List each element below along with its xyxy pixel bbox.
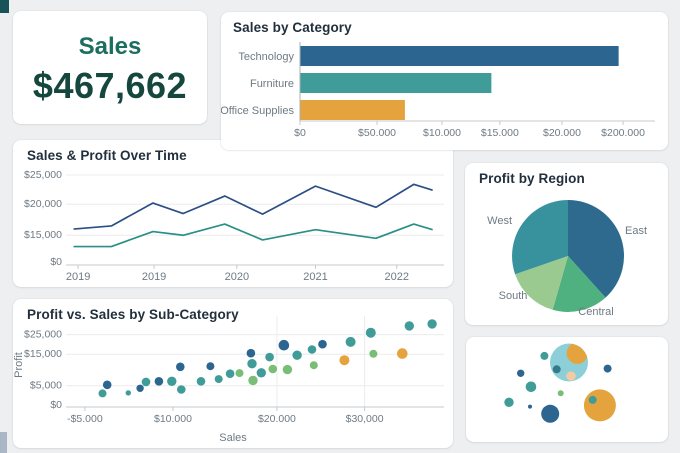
tick-label: 2019 — [66, 271, 90, 283]
bubble-teal[interactable] — [588, 395, 597, 404]
bubble-green[interactable] — [557, 390, 564, 397]
bubble-darkblue[interactable] — [603, 364, 612, 373]
tick-label: West — [487, 215, 512, 227]
packed-bubbles-chart[interactable] — [466, 337, 668, 442]
packed-bubbles-card — [466, 337, 668, 442]
tick-label: $0 — [294, 127, 306, 139]
scatter-point[interactable] — [125, 390, 131, 396]
corner-accent-top-left — [0, 0, 9, 13]
tick-label: Central — [578, 306, 613, 318]
scatter-point[interactable] — [206, 362, 215, 371]
scatter-point[interactable] — [268, 364, 278, 374]
scatter-point[interactable] — [246, 348, 256, 358]
tick-label: $25,000 — [24, 169, 62, 181]
tick-label: 2020 — [225, 271, 249, 283]
scatter-point[interactable] — [397, 348, 408, 359]
tick-label: $25,000 — [24, 328, 62, 340]
scatter-point[interactable] — [282, 364, 293, 375]
bar-technology[interactable] — [300, 46, 619, 66]
tick-label: $20,000 — [24, 198, 62, 210]
scatter-point[interactable] — [307, 345, 317, 354]
scatter-point[interactable] — [235, 369, 244, 378]
line-series-sales[interactable] — [73, 183, 433, 230]
tick-label: $30,000 — [346, 413, 384, 425]
scatter-point[interactable] — [427, 319, 437, 329]
scatter-point[interactable] — [265, 352, 274, 362]
tick-label: $10.000 — [423, 127, 461, 139]
scatter-point[interactable] — [256, 368, 266, 378]
profit-by-region-chart[interactable]: West East South Central — [465, 163, 668, 325]
bar-office-supplies[interactable] — [300, 100, 405, 120]
profit-by-region-card: West East South Central Profit by Region — [465, 163, 668, 325]
bubble-darkteal[interactable] — [552, 365, 561, 374]
profit-by-region-title: Profit by Region — [479, 171, 585, 186]
scatter-point[interactable] — [214, 375, 223, 384]
tick-label: Technology — [238, 51, 294, 63]
tick-label: $10.000 — [154, 413, 192, 425]
scatter-x-axis-label: Sales — [219, 432, 247, 444]
scatter-point[interactable] — [345, 336, 356, 347]
sales-by-category-card: Technology Furniture Office Supplies $0 $50.… — [221, 12, 668, 150]
scatter-point[interactable] — [225, 369, 235, 378]
tick-label: $20.000 — [543, 127, 581, 139]
corner-accent-bottom-left — [0, 432, 7, 453]
sales-by-category-title: Sales by Category — [233, 20, 352, 35]
scatter-y-axis-label: Profit — [13, 352, 25, 378]
scatter-point[interactable] — [404, 321, 414, 331]
kpi-value: $467,662 — [32, 65, 188, 106]
kpi-title: Sales — [78, 33, 142, 60]
scatter-point[interactable] — [167, 376, 177, 386]
tick-label: 2019 — [142, 271, 166, 283]
sales-profit-over-time-title: Sales & Profit Over Time — [27, 148, 187, 163]
profit-vs-sales-title: Profit vs. Sales by Sub-Category — [27, 307, 239, 322]
profit-vs-sales-card: $25,000 $15,000 $5,000 $0 -$5.000 $10.000 $20.… — [13, 299, 453, 448]
tick-label: $0 — [50, 399, 62, 411]
scatter-point[interactable] — [278, 339, 290, 351]
scatter-point[interactable] — [154, 377, 164, 386]
tick-label: South — [499, 290, 528, 302]
scatter-point[interactable] — [177, 385, 186, 394]
scatter-point[interactable] — [196, 377, 206, 386]
tick-label: $15,000 — [24, 229, 62, 241]
scatter-point[interactable] — [102, 380, 112, 390]
scatter-point[interactable] — [248, 375, 258, 386]
tick-label: $15.000 — [481, 127, 519, 139]
tick-label: $200.000 — [601, 127, 645, 139]
tick-label: $15,000 — [24, 348, 62, 360]
tick-label: Office Supplies — [221, 105, 294, 117]
scatter-point[interactable] — [369, 349, 378, 358]
bubble-orange[interactable] — [583, 389, 616, 422]
scatter-point[interactable] — [292, 350, 302, 360]
bubble-teal[interactable] — [540, 351, 549, 360]
tick-label: Furniture — [250, 78, 294, 90]
kpi-card-sales: Sales $467,662 — [13, 11, 207, 124]
tick-label: $5,000 — [30, 379, 62, 391]
bubble-darkblue[interactable] — [541, 404, 560, 423]
scatter-point[interactable] — [339, 355, 350, 366]
scatter-point[interactable] — [141, 377, 151, 387]
bar-furniture[interactable] — [300, 73, 492, 93]
tick-label: East — [625, 225, 647, 237]
scatter-point[interactable] — [176, 362, 185, 372]
tick-label: -$5.000 — [67, 413, 103, 425]
tick-label: $20.000 — [258, 413, 296, 425]
tick-label: $0 — [50, 256, 62, 268]
bubble-teal[interactable] — [525, 381, 537, 393]
bubble-darkblue[interactable] — [517, 369, 525, 377]
sales-profit-over-time-card: $25,000 $20,000 $15,000 $0 2019 2019 2020 2021 2… — [13, 140, 453, 287]
tick-label: $50.000 — [358, 127, 396, 139]
scatter-point[interactable] — [309, 361, 318, 370]
bubble-peach[interactable] — [566, 371, 576, 381]
scatter-point[interactable] — [365, 327, 376, 338]
scatter-point[interactable] — [247, 359, 257, 369]
bubble-orange[interactable] — [566, 343, 588, 364]
tick-label: 2021 — [303, 271, 327, 283]
scatter-point[interactable] — [318, 339, 327, 349]
tick-label: 2022 — [385, 271, 409, 283]
bubble-darkblue[interactable] — [528, 404, 532, 409]
bubble-teal[interactable] — [504, 397, 514, 407]
scatter-point[interactable] — [136, 384, 144, 392]
scatter-point[interactable] — [98, 389, 107, 398]
